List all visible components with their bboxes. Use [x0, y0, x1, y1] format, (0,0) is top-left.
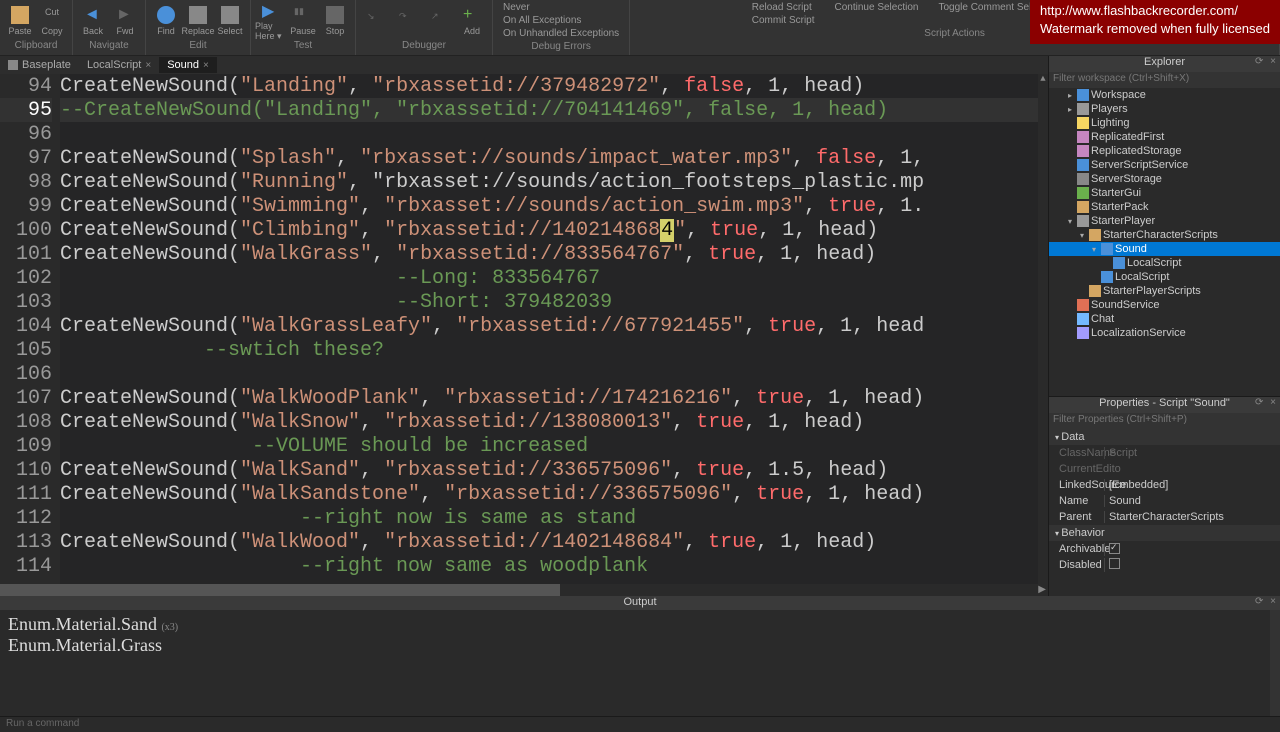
tree-item-localscript[interactable]: LocalScript — [1049, 256, 1280, 270]
close-icon[interactable]: × — [145, 60, 151, 71]
group-clipboard: Clipboard — [15, 40, 58, 54]
add-watch-button[interactable]: +Add — [456, 2, 488, 40]
editor-tabs: Baseplate LocalScript× Sound× — [0, 56, 1048, 74]
horizontal-scrollbar[interactable]: ▶ — [0, 584, 1048, 596]
tree-item-replicatedfirst[interactable]: ReplicatedFirst — [1049, 130, 1280, 144]
tree-item-localizationservice[interactable]: LocalizationService — [1049, 326, 1280, 340]
close-icon[interactable]: × — [203, 60, 209, 71]
watermark-banner: http://www.flashbackrecorder.com/ Waterm… — [1030, 0, 1280, 44]
prop-classname: ClassNameScript — [1049, 445, 1280, 461]
output-header: Output⟳ × — [0, 596, 1280, 610]
explorer-filter[interactable]: Filter workspace (Ctrl+Shift+X) — [1049, 72, 1280, 88]
prop-disabled[interactable]: Disabled — [1049, 557, 1280, 573]
tree-item-sound[interactable]: ▾Sound — [1049, 242, 1280, 256]
cut-button[interactable]: Cut — [36, 2, 68, 21]
vertical-scrollbar[interactable]: ▲ — [1038, 74, 1048, 584]
tree-item-startercharacterscripts[interactable]: ▾StarterCharacterScripts — [1049, 228, 1280, 242]
code-editor[interactable]: 9495969798991001011021031041051061071081… — [0, 74, 1048, 584]
tree-item-startergui[interactable]: StarterGui — [1049, 186, 1280, 200]
prop-archivable[interactable]: Archivable — [1049, 541, 1280, 557]
copy-button[interactable]: Copy — [36, 21, 68, 40]
tree-item-starterpack[interactable]: StarterPack — [1049, 200, 1280, 214]
paste-button[interactable]: Paste — [4, 2, 36, 40]
panel-controls[interactable]: ⟳ × — [1255, 596, 1278, 607]
tree-item-localscript[interactable]: LocalScript — [1049, 270, 1280, 284]
prop-parent[interactable]: ParentStarterCharacterScripts — [1049, 509, 1280, 525]
tree-item-players[interactable]: ▸Players — [1049, 102, 1280, 116]
pause-button[interactable]: ▮▮Pause — [287, 2, 319, 40]
section-behavior[interactable]: Behavior — [1049, 525, 1280, 541]
group-edit: Edit — [189, 40, 206, 54]
find-button[interactable]: Find — [150, 2, 182, 40]
prop-name[interactable]: NameSound — [1049, 493, 1280, 509]
group-navigate: Navigate — [89, 40, 128, 54]
section-data[interactable]: Data — [1049, 429, 1280, 445]
play-button[interactable]: ▶Play Here ▾ — [255, 2, 287, 40]
group-debugerrors: Debug Errors — [531, 41, 590, 55]
stop-button[interactable]: Stop — [319, 2, 351, 40]
stepout-button[interactable]: ↗ — [424, 2, 456, 40]
tab-localscript[interactable]: LocalScript× — [79, 57, 159, 73]
prop-currentedito: CurrentEdito — [1049, 461, 1280, 477]
tree-item-serverstorage[interactable]: ServerStorage — [1049, 172, 1280, 186]
tree-item-workspace[interactable]: ▸Workspace — [1049, 88, 1280, 102]
explorer-tree: ▸Workspace▸PlayersLightingReplicatedFirs… — [1049, 88, 1280, 396]
stepinto-button[interactable]: ↘ — [360, 2, 392, 40]
select-button[interactable]: Select — [214, 2, 246, 40]
output-scrollbar[interactable] — [1270, 610, 1280, 716]
tree-item-replicatedstorage[interactable]: ReplicatedStorage — [1049, 144, 1280, 158]
explorer-header: Explorer⟳ × — [1049, 56, 1280, 72]
prop-linkedsource[interactable]: LinkedSource[Embedded] — [1049, 477, 1280, 493]
back-button[interactable]: ◄Back — [77, 2, 109, 40]
tree-item-lighting[interactable]: Lighting — [1049, 116, 1280, 130]
tree-item-serverscriptservice[interactable]: ServerScriptService — [1049, 158, 1280, 172]
properties-filter[interactable]: Filter Properties (Ctrl+Shift+P) — [1049, 413, 1280, 429]
properties-header: Properties - Script "Sound"⟳ × — [1049, 397, 1280, 413]
stepover-button[interactable]: ↷ — [392, 2, 424, 40]
fwd-button[interactable]: ►Fwd — [109, 2, 141, 40]
baseplate-icon — [8, 60, 18, 70]
tree-item-soundservice[interactable]: SoundService — [1049, 298, 1280, 312]
tree-item-chat[interactable]: Chat — [1049, 312, 1280, 326]
tree-item-starterplayerscripts[interactable]: StarterPlayerScripts — [1049, 284, 1280, 298]
panel-controls[interactable]: ⟳ × — [1255, 56, 1278, 67]
panel-controls[interactable]: ⟳ × — [1255, 397, 1278, 408]
tab-baseplate[interactable]: Baseplate — [0, 57, 79, 73]
command-bar[interactable]: Run a command — [0, 716, 1280, 732]
replace-button[interactable]: Replace — [182, 2, 214, 40]
debug-errors-options[interactable]: Never On All Exceptions On Unhandled Exc… — [497, 0, 625, 41]
tab-sound[interactable]: Sound× — [159, 57, 217, 73]
output-body[interactable]: Enum.Material.Sand (x3) Enum.Material.Gr… — [0, 610, 1280, 716]
tree-item-starterplayer[interactable]: ▾StarterPlayer — [1049, 214, 1280, 228]
group-scriptactions: Script Actions — [924, 28, 985, 42]
group-debugger: Debugger — [402, 40, 446, 54]
group-test: Test — [294, 40, 312, 54]
